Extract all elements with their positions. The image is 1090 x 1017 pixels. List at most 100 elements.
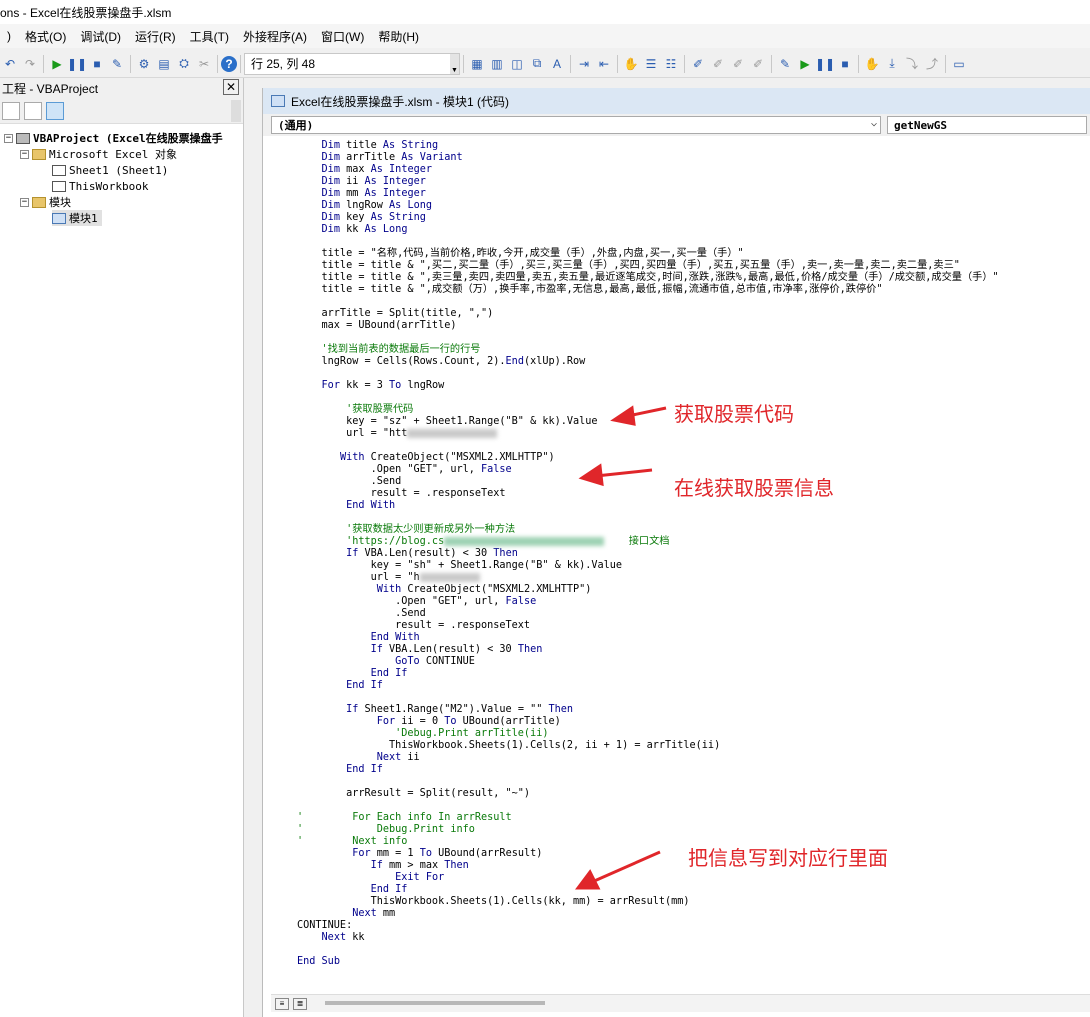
code-line[interactable]: Dim lngRow As Long: [297, 200, 1090, 212]
menu-item-format[interactable]: 格式(O): [18, 28, 73, 45]
code-line[interactable]: End If: [297, 764, 1090, 776]
code-line[interactable]: [297, 800, 1090, 812]
code-line[interactable]: [297, 296, 1090, 308]
outdent-icon[interactable]: ⇤: [594, 54, 614, 74]
code-line[interactable]: url = "htt: [297, 428, 1090, 440]
project-explorer-icon[interactable]: ⚙: [134, 54, 154, 74]
toolbox-icon[interactable]: ✂: [194, 54, 214, 74]
toggle-bookmark-icon[interactable]: ✐: [688, 54, 708, 74]
redo-icon[interactable]: ↷: [20, 54, 40, 74]
code-line[interactable]: 'https://blog.cs 接口文档: [297, 536, 1090, 548]
code-line[interactable]: arrResult = Split(result, "~"): [297, 788, 1090, 800]
code-line[interactable]: ThisWorkbook.Sheets(1).Cells(2, ii + 1) …: [297, 740, 1090, 752]
code-line[interactable]: Next kk: [297, 932, 1090, 944]
code-line[interactable]: Dim arrTitle As Variant: [297, 152, 1090, 164]
code-line[interactable]: Dim kk As Long: [297, 224, 1090, 236]
code-line[interactable]: title = title & ",卖三量,卖四,卖四量,卖五,卖五量,最近逐笔…: [297, 272, 1090, 284]
code-line[interactable]: url = "h: [297, 572, 1090, 584]
properties-icon[interactable]: ▤: [154, 54, 174, 74]
code-line[interactable]: [297, 944, 1090, 956]
close-icon[interactable]: ✕: [223, 79, 239, 95]
collapse-icon[interactable]: −: [20, 149, 29, 159]
code-line[interactable]: GoTo CONTINUE: [297, 656, 1090, 668]
menu-item-help[interactable]: 帮助(H): [371, 28, 426, 45]
code-line[interactable]: .Send: [297, 608, 1090, 620]
undo-icon[interactable]: ↶: [0, 54, 20, 74]
toolbar-overflow-icon[interactable]: ▼: [450, 53, 459, 74]
quick-info-icon[interactable]: ◫: [507, 54, 527, 74]
menu-item-run[interactable]: 运行(R): [128, 28, 183, 45]
menu-item-edge[interactable]: ): [0, 29, 18, 43]
run-icon[interactable]: ▶: [47, 54, 67, 74]
code-line[interactable]: title = "名称,代码,当前价格,昨收,今开,成交量（手）,外盘,内盘,买…: [297, 248, 1090, 260]
chevron-down-icon[interactable]: ⌵: [871, 118, 877, 129]
code-line[interactable]: For ii = 0 To UBound(arrTitle): [297, 716, 1090, 728]
code-line[interactable]: result = .responseText: [297, 620, 1090, 632]
indent-icon[interactable]: ⇥: [574, 54, 594, 74]
code-line[interactable]: [297, 368, 1090, 380]
code-line[interactable]: key = "sh" + Sheet1.Range("B" & kk).Valu…: [297, 560, 1090, 572]
tree-node-thisworkbook[interactable]: ThisWorkbook: [52, 178, 148, 194]
code-line[interactable]: title = title & ",成交额（万）,换手率,市盈率,无信息,最高,…: [297, 284, 1090, 296]
code-line[interactable]: '找到当前表的数据最后一行的行号: [297, 344, 1090, 356]
code-line[interactable]: For kk = 3 To lngRow: [297, 380, 1090, 392]
stop-icon[interactable]: ■: [87, 54, 107, 74]
pause-icon-2[interactable]: ❚❚: [815, 54, 835, 74]
code-line[interactable]: [297, 440, 1090, 452]
view-code-icon[interactable]: [2, 101, 20, 120]
tree-node-sheet1[interactable]: Sheet1 (Sheet1): [52, 162, 168, 178]
step-over-icon[interactable]: ⤵: [902, 54, 922, 74]
code-line[interactable]: lngRow = Cells(Rows.Count, 2).End(xlUp).…: [297, 356, 1090, 368]
procedure-view-icon[interactable]: ≡: [275, 997, 289, 1010]
code-editor[interactable]: Dim title As String Dim arrTitle As Vari…: [271, 138, 1090, 984]
code-line[interactable]: [297, 776, 1090, 788]
code-line[interactable]: End If: [297, 680, 1090, 692]
code-line[interactable]: Next ii: [297, 752, 1090, 764]
step-into-icon[interactable]: ⤓: [882, 54, 902, 74]
code-horizontal-scrollbar[interactable]: ≡ ≣: [271, 994, 1090, 1012]
code-line[interactable]: If VBA.Len(result) < 30 Then: [297, 548, 1090, 560]
tree-node-excel-objects[interactable]: − Microsoft Excel 对象: [20, 146, 177, 162]
code-line[interactable]: Dim mm As Integer: [297, 188, 1090, 200]
code-line[interactable]: End If: [297, 668, 1090, 680]
code-line[interactable]: With CreateObject("MSXML2.XMLHTTP"): [297, 452, 1090, 464]
collapse-icon[interactable]: −: [20, 197, 29, 207]
code-line[interactable]: With CreateObject("MSXML2.XMLHTTP"): [297, 584, 1090, 596]
object-dropdown[interactable]: (通用) ⌵: [271, 116, 881, 134]
complete-word-icon[interactable]: A: [547, 54, 567, 74]
run-icon-2[interactable]: ▶: [795, 54, 815, 74]
toggle-breakpoint-icon[interactable]: ✋: [621, 54, 641, 74]
code-line[interactable]: ' For Each info In arrResult: [297, 812, 1090, 824]
code-line[interactable]: arrTitle = Split(title, ","): [297, 308, 1090, 320]
uncomment-block-icon[interactable]: ☷: [661, 54, 681, 74]
code-line[interactable]: End If: [297, 884, 1090, 896]
next-bookmark-icon[interactable]: ✐: [708, 54, 728, 74]
code-line[interactable]: Dim max As Integer: [297, 164, 1090, 176]
tree-node-module1[interactable]: 模块1: [52, 210, 102, 226]
code-line[interactable]: max = UBound(arrTitle): [297, 320, 1090, 332]
code-line[interactable]: If Sheet1.Range("M2").Value = "" Then: [297, 704, 1090, 716]
code-line[interactable]: ThisWorkbook.Sheets(1).Cells(kk, mm) = a…: [297, 896, 1090, 908]
menu-item-window[interactable]: 窗口(W): [314, 28, 371, 45]
menu-item-debug[interactable]: 调试(D): [73, 28, 128, 45]
step-out-icon[interactable]: ⤴: [922, 54, 942, 74]
code-line[interactable]: Dim key As String: [297, 212, 1090, 224]
code-line[interactable]: .Open "GET", url, False: [297, 596, 1090, 608]
code-line[interactable]: [297, 332, 1090, 344]
tree-node-vbaproject[interactable]: − VBAProject (Excel在线股票操盘手: [4, 130, 223, 146]
help-icon[interactable]: ?: [221, 55, 237, 72]
locals-window-icon[interactable]: ▭: [949, 54, 969, 74]
design-mode-icon[interactable]: ✎: [107, 54, 127, 74]
code-line[interactable]: Next mm: [297, 908, 1090, 920]
code-line[interactable]: ' Debug.Print info: [297, 824, 1090, 836]
code-line[interactable]: End With: [297, 632, 1090, 644]
code-line[interactable]: [297, 512, 1090, 524]
code-line[interactable]: 'Debug.Print arrTitle(ii): [297, 728, 1090, 740]
tree-node-modules[interactable]: − 模块: [20, 194, 71, 210]
code-line[interactable]: Dim title As String: [297, 140, 1090, 152]
code-line[interactable]: End Sub: [297, 956, 1090, 968]
parameter-info-icon[interactable]: ⧉: [527, 54, 547, 74]
code-line[interactable]: End With: [297, 500, 1090, 512]
project-explorer-scrollbar[interactable]: [231, 100, 241, 122]
scrollbar-thumb[interactable]: [325, 1001, 545, 1005]
